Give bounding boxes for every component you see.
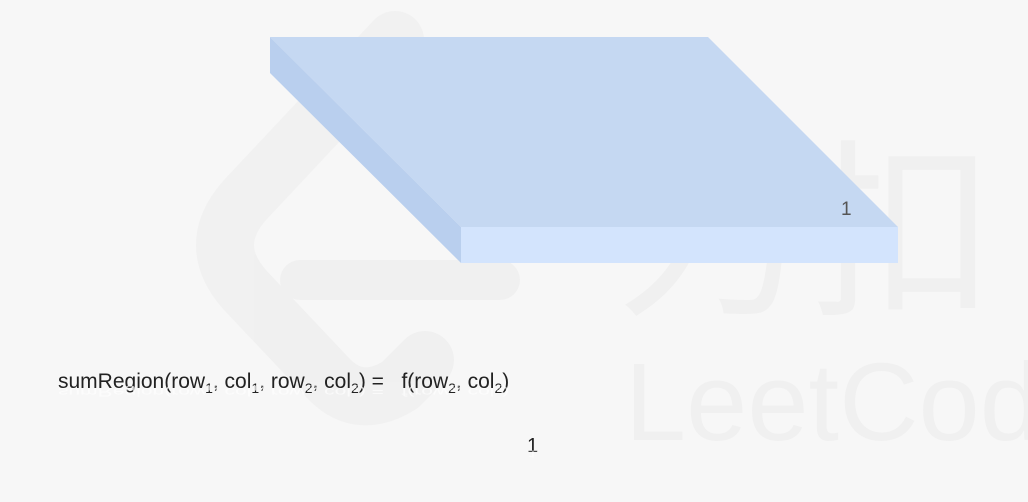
- formula-reflection-part: row: [414, 385, 449, 398]
- slab-front-face: [461, 227, 898, 263]
- formula-reflection-part: 2: [351, 383, 359, 393]
- formula-reflection-part: ,: [259, 385, 271, 398]
- formula-reflection-part: 2: [448, 383, 456, 393]
- formula-reflection-part: ,: [312, 385, 325, 398]
- cell-slab: [270, 37, 898, 263]
- formula-reflection-part: sumRegion(: [58, 385, 172, 398]
- formula-reflection-part: col: [324, 385, 352, 398]
- cell-value-label: 1: [841, 199, 852, 220]
- formula-reflection-part: f(: [401, 385, 415, 398]
- diagram-canvas: LeetCode 力扣: [196, 11, 1028, 464]
- formula-reflection-part: ,: [455, 385, 468, 398]
- formula-reflection-part: ) =: [358, 385, 384, 398]
- formula-reflection: sumRegion(row1, col1, row2, col2) = f(ro…: [58, 383, 510, 398]
- formula-reflection-part: col: [224, 385, 252, 398]
- formula-reflection-part: row: [270, 385, 305, 398]
- formula-reflection-part: ,: [212, 385, 225, 398]
- formula-reflection-part: 2: [304, 383, 313, 393]
- formula-result-reflection: 1: [527, 448, 539, 459]
- formula-reflection-part: row: [171, 385, 206, 398]
- formula-reflection-part: ): [502, 385, 510, 398]
- watermark-text: LeetCode: [625, 341, 1028, 464]
- formula-reflection-part: 1: [205, 383, 213, 393]
- formula-reflection-part: col: [467, 385, 495, 398]
